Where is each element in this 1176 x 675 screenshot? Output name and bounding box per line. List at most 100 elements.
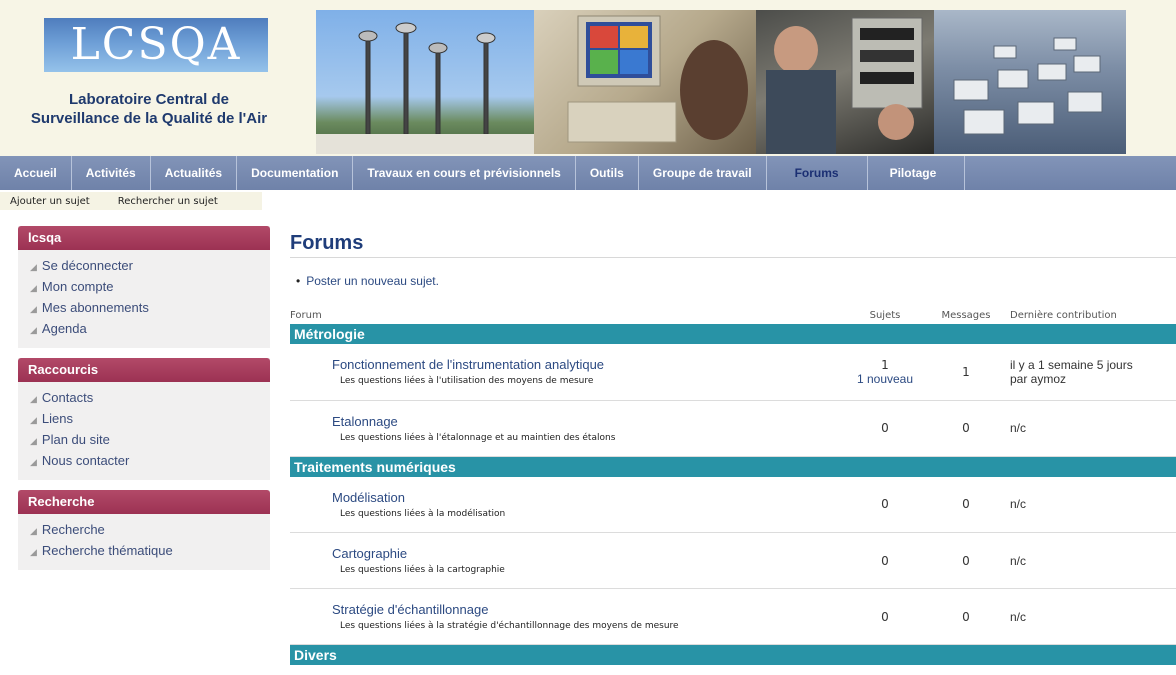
sidebar-item-label: Mes abonnements — [41, 300, 149, 315]
search-topic-link[interactable]: Rechercher un sujet — [118, 196, 218, 207]
category-row: Traitements numériques — [290, 456, 1176, 477]
column-header-messages: Messages — [941, 309, 991, 321]
sidebar-box-title: lcsqa — [18, 226, 270, 250]
main-navigation: Accueil Activités Actualités Documentati… — [0, 156, 1176, 190]
banner-photo-traffic — [934, 10, 1126, 154]
post-new-topic: • Poster un nouveau sujet. — [296, 274, 1176, 288]
forum-topics-count: 0 — [840, 588, 930, 645]
nav-activites[interactable]: Activités — [72, 156, 151, 190]
sidebar-box-title: Recherche — [18, 490, 270, 514]
forum-cell: Etalonnage Les questions liées à l'étalo… — [290, 400, 840, 457]
last-post-author: par aymoz — [1010, 371, 1067, 386]
column-header-sujets: Sujets — [869, 309, 901, 321]
forum-link[interactable]: Cartographie — [332, 546, 840, 561]
sidebar-item-logout[interactable]: ◢ Se déconnecter — [30, 256, 270, 277]
page-title: Forums — [290, 222, 1176, 258]
forum-topics-count: 0 — [840, 476, 930, 533]
site-logo[interactable]: LCSQA — [44, 18, 268, 72]
sidebar-item-account[interactable]: ◢ Mon compte — [30, 277, 270, 298]
forum-link[interactable]: Etalonnage — [332, 414, 840, 429]
sidebar-item-thematic-search[interactable]: ◢ Recherche thématique — [30, 541, 270, 562]
forum-description: Les questions liées à la stratégie d'éch… — [340, 621, 679, 631]
sidebar-box-title: Raccourcis — [18, 358, 270, 382]
forum-messages-count: 0 — [930, 476, 1002, 533]
arrow-icon: ◢ — [30, 457, 37, 467]
forum-cell: Modélisation Les questions liées à la mo… — [290, 476, 840, 533]
arrow-icon: ◢ — [30, 304, 37, 314]
forum-cell: Stratégie d'échantillonnage Les question… — [290, 588, 840, 645]
arrow-icon: ◢ — [30, 526, 37, 536]
bullet-icon: • — [296, 274, 301, 288]
nav-travaux[interactable]: Travaux en cours et prévisionnels — [353, 156, 576, 190]
nav-outils[interactable]: Outils — [576, 156, 639, 190]
forum-description: Les questions liées à l'étalonnage et au… — [340, 432, 616, 443]
arrow-icon: ◢ — [30, 547, 37, 557]
topics-count: 1 — [881, 357, 889, 372]
forum-row: Modélisation Les questions liées à la mo… — [290, 476, 1176, 533]
last-post-time: il y a 1 semaine 5 jours — [1010, 357, 1133, 372]
last-post: n/c — [1002, 476, 1176, 533]
sidebar-item-label: Recherche thématique — [41, 543, 173, 558]
sidebar-item-label: Nous contacter — [41, 453, 130, 468]
sidebar-box-user: lcsqa ◢ Se déconnecter ◢ Mon compte ◢ Mes a… — [18, 226, 270, 348]
sidebar-item-contacts[interactable]: ◢ Contacts — [30, 388, 270, 409]
logo-area[interactable]: LCSQA Laboratoire Central de Surveillanc… — [0, 0, 298, 156]
new-topics-link[interactable]: 1 nouveau — [840, 372, 930, 386]
forum-topics-count: 0 — [840, 532, 930, 589]
last-post: n/c — [1002, 588, 1176, 645]
forum-cell: Cartographie Les questions liées à la ca… — [290, 532, 840, 589]
table-header-row: Forum Sujets Messages Dernière contribut… — [290, 308, 1176, 324]
forum-cell: Fonctionnement de l'instrumentation anal… — [290, 344, 840, 401]
arrow-icon: ◢ — [30, 436, 37, 446]
sidebar-item-label: Se déconnecter — [41, 258, 133, 273]
sidebar-item-label: Recherche — [41, 522, 105, 537]
nav-accueil[interactable]: Accueil — [0, 156, 72, 190]
site-header: LCSQA Laboratoire Central de Surveillanc… — [0, 0, 1176, 156]
last-post: n/c — [1002, 532, 1176, 589]
nav-forums[interactable]: Forums — [767, 156, 868, 190]
nav-groupe-de-travail[interactable]: Groupe de travail — [639, 156, 767, 190]
sidebar-item-agenda[interactable]: ◢ Agenda — [30, 319, 270, 340]
sidebar-item-label: Plan du site — [41, 432, 110, 447]
sidebar-item-search[interactable]: ◢ Recherche — [30, 520, 270, 541]
forum-row: Fonctionnement de l'instrumentation anal… — [290, 344, 1176, 401]
column-header-forum: Forum — [290, 309, 322, 321]
forum-description: Les questions liées à la modélisation — [340, 508, 506, 519]
forum-topics-count: 1 1 nouveau — [840, 344, 930, 401]
category-name: Divers — [290, 644, 1176, 665]
forum-link[interactable]: Fonctionnement de l'instrumentation anal… — [332, 357, 840, 372]
nav-documentation[interactable]: Documentation — [237, 156, 354, 190]
arrow-icon: ◢ — [30, 394, 37, 404]
arrow-icon: ◢ — [30, 415, 37, 425]
category-row: Divers — [290, 644, 1176, 665]
sidebar-box-search: Recherche ◢ Recherche ◢ Recherche thématiq… — [18, 490, 270, 570]
forum-messages-count: 0 — [930, 588, 1002, 645]
forum-link[interactable]: Stratégie d'échantillonnage — [332, 602, 840, 617]
arrow-icon: ◢ — [30, 283, 37, 293]
forum-link[interactable]: Modélisation — [332, 490, 840, 505]
organization-name: Laboratoire Central de Surveillance de l… — [0, 90, 298, 128]
last-post: n/c — [1002, 400, 1176, 457]
nav-actualites[interactable]: Actualités — [151, 156, 238, 190]
column-header-last-post: Dernière contribution — [1010, 309, 1117, 321]
post-new-topic-link[interactable]: Poster un nouveau sujet. — [306, 274, 439, 288]
category-name: Métrologie — [290, 324, 1176, 344]
sidebar-item-subscriptions[interactable]: ◢ Mes abonnements — [30, 298, 270, 319]
forum-description: Les questions liées à la cartographie — [340, 565, 505, 575]
sidebar-item-links[interactable]: ◢ Liens — [30, 409, 270, 430]
sidebar-item-label: Contacts — [41, 390, 94, 405]
add-topic-link[interactable]: Ajouter un sujet — [10, 196, 90, 207]
category-row: Métrologie — [290, 324, 1176, 344]
nav-pilotage[interactable]: Pilotage — [868, 156, 966, 190]
sidebar-item-contact-us[interactable]: ◢ Nous contacter — [30, 451, 270, 472]
sidebar-item-sitemap[interactable]: ◢ Plan du site — [30, 430, 270, 451]
forum-messages-count: 1 — [930, 344, 1002, 401]
forum-table: Forum Sujets Messages Dernière contribut… — [290, 308, 1176, 665]
forum-topics-count: 0 — [840, 400, 930, 457]
banner-photo-laboratory — [756, 10, 934, 154]
forum-messages-count: 0 — [930, 532, 1002, 589]
banner-photo-computer-map — [534, 10, 756, 154]
sub-navigation: Ajouter un sujet Rechercher un sujet — [0, 192, 262, 210]
forum-row: Etalonnage Les questions liées à l'étalo… — [290, 400, 1176, 457]
forum-description: Les questions liées à l'utilisation des … — [340, 376, 594, 387]
